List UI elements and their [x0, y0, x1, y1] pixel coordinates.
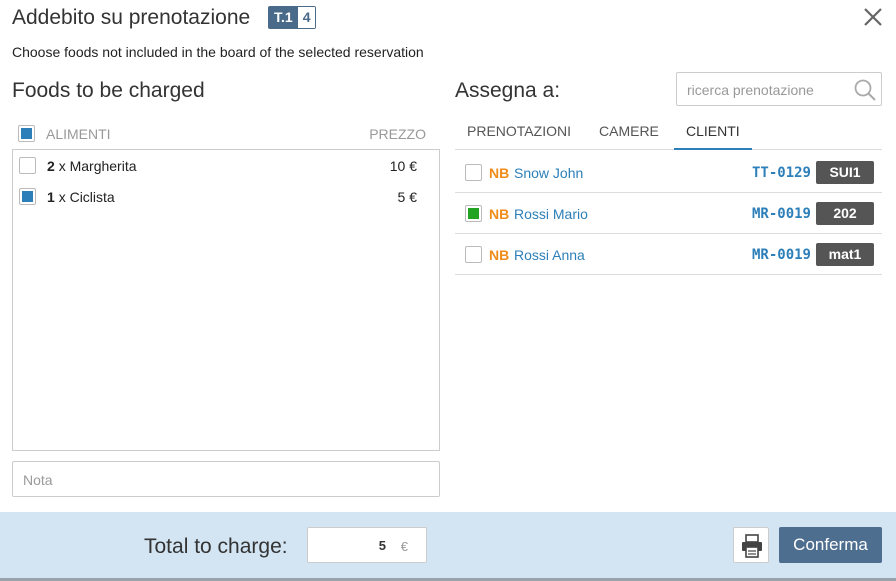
- total-field[interactable]: 5 €: [307, 527, 427, 563]
- food-checkbox[interactable]: [19, 157, 36, 174]
- food-row[interactable]: 1 x Ciclista 5 €: [13, 181, 439, 212]
- assign-tabs: PRENOTAZIONI CAMERE CLIENTI: [455, 116, 882, 150]
- reservation-code[interactable]: MR-0019: [752, 206, 811, 222]
- table-badge: T.1 4: [268, 6, 317, 29]
- confirm-button[interactable]: Conferma: [779, 527, 882, 563]
- print-button[interactable]: [733, 527, 769, 563]
- client-row[interactable]: NB Snow John TT-0129 SUI1: [455, 152, 882, 193]
- food-label: x Ciclista: [58, 189, 115, 205]
- client-name[interactable]: Rossi Anna: [514, 247, 585, 263]
- total-label: Total to charge:: [144, 535, 288, 558]
- search-icon[interactable]: [853, 78, 877, 102]
- client-tag: NB: [489, 165, 510, 181]
- tab-prenotazioni[interactable]: PRENOTAZIONI: [455, 116, 583, 150]
- reservation-code[interactable]: TT-0129: [752, 165, 811, 181]
- tab-camere[interactable]: CAMERE: [587, 116, 671, 150]
- currency-symbol: €: [400, 539, 408, 554]
- food-name: 1 x Ciclista: [47, 189, 115, 205]
- reservation-code[interactable]: MR-0019: [752, 247, 811, 263]
- foods-section-title: Foods to be charged: [12, 79, 205, 102]
- close-icon: [864, 8, 882, 26]
- reservation-search-input[interactable]: [687, 80, 847, 100]
- foods-table-header: ALIMENTI PREZZO: [12, 120, 440, 148]
- note-input[interactable]: [23, 470, 423, 490]
- food-checkbox[interactable]: [19, 188, 36, 205]
- tab-clienti[interactable]: CLIENTI: [674, 116, 752, 150]
- client-checkbox[interactable]: [465, 164, 482, 181]
- foods-list: 2 x Margherita 10 € 1 x Ciclista 5 €: [12, 149, 440, 451]
- client-checkbox[interactable]: [465, 246, 482, 263]
- room-badge: SUI1: [816, 161, 874, 184]
- food-label: x Margherita: [58, 158, 137, 174]
- client-row[interactable]: NB Rossi Mario MR-0019 202: [455, 193, 882, 234]
- column-header-foods: ALIMENTI: [46, 126, 111, 142]
- assign-section-title: Assegna a:: [455, 79, 561, 102]
- client-name[interactable]: Snow John: [514, 165, 583, 181]
- client-checkbox[interactable]: [465, 205, 482, 222]
- client-name[interactable]: Rossi Mario: [514, 206, 588, 222]
- food-row[interactable]: 2 x Margherita 10 €: [13, 150, 439, 181]
- food-price: 5 €: [397, 189, 417, 205]
- note-field: [12, 461, 440, 497]
- room-badge: 202: [816, 202, 874, 225]
- total-value: 5: [378, 538, 386, 553]
- room-badge: mat1: [816, 243, 874, 266]
- client-row[interactable]: NB Rossi Anna MR-0019 mat1: [455, 234, 882, 275]
- table-badge-label: T.1: [269, 7, 298, 28]
- table-badge-count: 4: [297, 7, 316, 28]
- food-quantity: 1: [47, 189, 55, 205]
- dialog-title: Addebito su prenotazione: [12, 6, 251, 29]
- clients-list: NB Snow John TT-0129 SUI1 NB Rossi Mario…: [455, 152, 882, 275]
- dialog-subtitle: Choose foods not included in the board o…: [12, 44, 424, 60]
- dialog-footer: Total to charge: 5 € Conferma: [0, 512, 896, 578]
- close-button[interactable]: [860, 4, 886, 30]
- food-price: 10 €: [389, 158, 417, 174]
- client-tag: NB: [489, 206, 510, 222]
- food-quantity: 2: [47, 158, 55, 174]
- food-name: 2 x Margherita: [47, 158, 137, 174]
- reservation-search: [676, 72, 882, 106]
- printer-icon: [742, 534, 762, 558]
- client-tag: NB: [489, 247, 510, 263]
- column-header-price: PREZZO: [369, 126, 426, 142]
- select-all-checkbox[interactable]: [18, 125, 35, 142]
